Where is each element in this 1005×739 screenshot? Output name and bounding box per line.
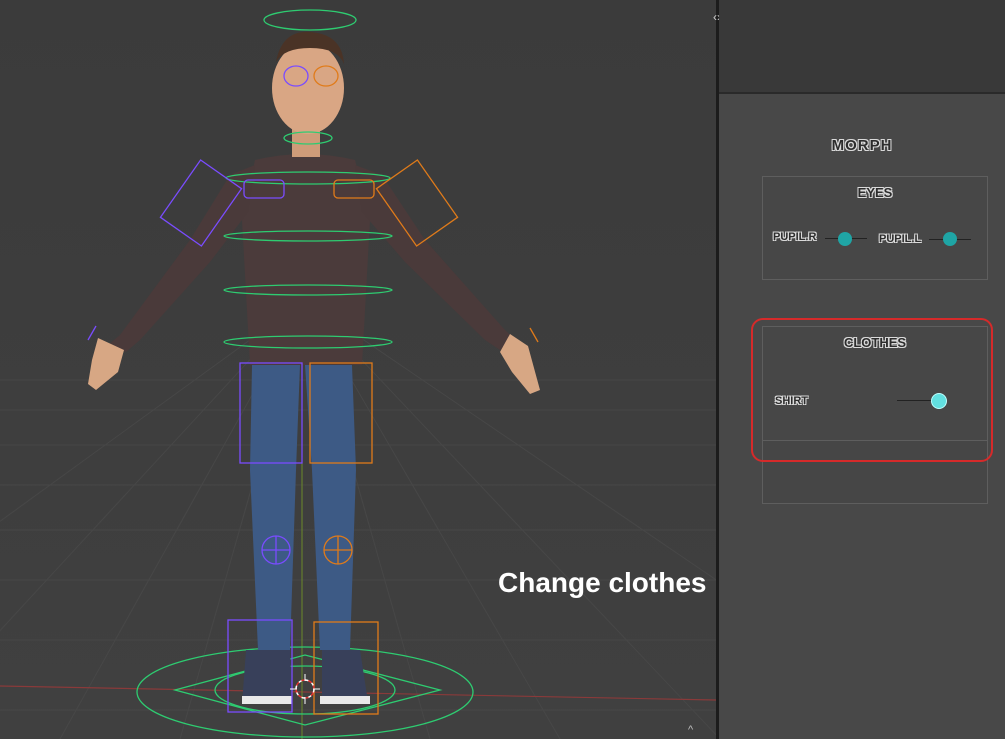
highlight-frame: [751, 318, 993, 462]
eyes-group-title: EYES: [857, 185, 893, 200]
sidebar-header: [719, 0, 1005, 94]
slider-label: PUPIL.R: [773, 231, 817, 243]
slider-knob[interactable]: [943, 232, 957, 246]
3d-viewport[interactable]: ^: [0, 0, 716, 739]
slider-knob[interactable]: [838, 232, 852, 246]
panel-title: MORPH: [831, 137, 893, 154]
viewport-scene: [0, 0, 716, 739]
eyes-group: EYES PUPIL.R PUPIL.L: [762, 176, 988, 280]
slider-label: PUPIL.L: [879, 233, 922, 245]
caption-text: Change clothes: [498, 567, 707, 598]
chevron-up-icon[interactable]: ^: [688, 724, 693, 736]
